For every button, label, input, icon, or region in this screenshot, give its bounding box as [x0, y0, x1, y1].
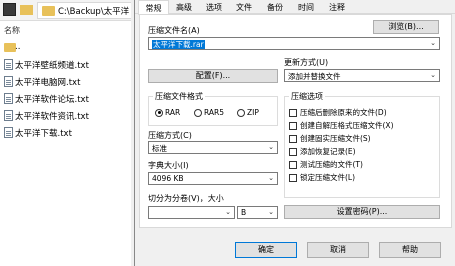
address-folder-icon	[42, 6, 55, 16]
method-value: 标准	[152, 144, 167, 153]
file-name: ..	[15, 42, 21, 52]
list-item[interactable]: 太平洋软件资讯.txt	[0, 107, 135, 124]
text-file-icon	[4, 93, 13, 104]
archive-name-value: 太平洋下载.rar	[152, 40, 205, 49]
file-name: 太平洋下载.txt	[15, 129, 72, 139]
browse-button[interactable]: 浏览(B)...	[373, 20, 439, 34]
checkbox-label: 创建自解压格式压缩文件(X)	[300, 121, 394, 130]
format-zip-radio[interactable]: ZIP	[237, 108, 259, 117]
save-icon[interactable]	[3, 3, 16, 16]
method-select[interactable]: 标准 ⌄	[148, 141, 278, 154]
file-name: 太平洋壁纸频道.txt	[15, 61, 89, 71]
dictionary-size-select[interactable]: 4096 KB ⌄	[148, 172, 278, 185]
test-archive-checkbox[interactable]: 测试压缩的文件(T)	[289, 159, 363, 170]
sfx-checkbox[interactable]: 创建自解压格式压缩文件(X)	[289, 120, 394, 131]
archive-format-group: 压缩文件格式 RAR RAR5 ZIP	[148, 91, 278, 126]
tab-comment[interactable]: 注释	[322, 0, 352, 14]
radio-label: RAR5	[204, 108, 225, 117]
archive-name-field[interactable]: 太平洋下载.rar ⌄	[148, 37, 440, 50]
update-mode-value: 添加并替换文件	[288, 72, 341, 81]
tab-advanced[interactable]: 高级	[170, 0, 198, 14]
checkbox-label: 创建固实压缩文件(S)	[300, 134, 371, 143]
text-file-icon	[4, 110, 13, 121]
split-size-input[interactable]: ⌄	[148, 206, 235, 219]
chevron-down-icon: ⌄	[225, 208, 231, 216]
list-item[interactable]: 太平洋电脑网.txt	[0, 73, 135, 90]
checkbox-box	[289, 160, 297, 169]
address-bar[interactable]: C:\Backup\太平洋	[37, 2, 140, 19]
text-file-icon	[4, 127, 13, 138]
tab-options[interactable]: 选项	[200, 0, 228, 14]
checkbox-box	[289, 121, 297, 130]
file-name: 太平洋电脑网.txt	[15, 78, 81, 88]
dictionary-size-label: 字典大小(I)	[148, 161, 189, 170]
format-rar5-radio[interactable]: RAR5	[194, 108, 224, 117]
chevron-down-icon[interactable]: ⌄	[430, 39, 436, 47]
set-password-button[interactable]: 设置密码(P)...	[284, 205, 440, 219]
text-file-icon	[4, 59, 13, 70]
address-path: C:\Backup\太平洋	[58, 7, 130, 17]
split-unit-select[interactable]: B ⌄	[237, 206, 278, 219]
profiles-button[interactable]: 配置(F)...	[148, 69, 278, 83]
tab-general[interactable]: 常规	[138, 0, 169, 15]
chevron-down-icon: ⌄	[268, 174, 274, 182]
name-column-header[interactable]: 名称	[0, 22, 130, 38]
archive-name-label: 压缩文件名(A)	[148, 26, 200, 35]
general-tab-panel: 压缩文件名(A) 浏览(B)... 太平洋下载.rar ⌄ 配置(F)... 更…	[139, 14, 452, 228]
checkbox-label: 添加恢复记录(E)	[300, 147, 356, 156]
checkbox-box	[289, 108, 297, 117]
file-list: .. 太平洋壁纸频道.txt 太平洋电脑网.txt 太平洋软件论坛.txt 太平…	[0, 39, 135, 141]
dictionary-size-value: 4096 KB	[152, 174, 184, 183]
file-name: 太平洋软件资讯.txt	[15, 112, 89, 122]
method-label: 压缩方式(C)	[148, 131, 192, 140]
checkbox-label: 锁定压缩文件(L)	[300, 173, 356, 182]
format-rar-radio[interactable]: RAR	[155, 108, 180, 117]
update-mode-label: 更新方式(U)	[284, 58, 329, 67]
help-button[interactable]: 帮助	[379, 242, 441, 258]
ok-button[interactable]: 确定	[235, 242, 297, 258]
explorer-toolbar: C:\Backup\太平洋	[0, 0, 140, 21]
list-item[interactable]: 太平洋软件论坛.txt	[0, 90, 135, 107]
file-name: 太平洋软件论坛.txt	[15, 95, 89, 105]
split-volumes-label: 切分为分卷(V)，大小	[148, 194, 224, 203]
delete-after-checkbox[interactable]: 压缩后删除原来的文件(D)	[289, 107, 387, 118]
update-mode-select[interactable]: 添加并替换文件 ⌄	[284, 69, 440, 82]
archive-options-group: 压缩选项 压缩后删除原来的文件(D) 创建自解压格式压缩文件(X) 创建固实压缩…	[284, 91, 440, 198]
recovery-record-checkbox[interactable]: 添加恢复记录(E)	[289, 146, 356, 157]
checkbox-label: 测试压缩的文件(T)	[300, 160, 363, 169]
checkbox-box	[289, 134, 297, 143]
tab-time[interactable]: 时间	[292, 0, 320, 14]
radio-label: ZIP	[247, 108, 259, 117]
list-item[interactable]: 太平洋壁纸频道.txt	[0, 56, 135, 73]
radio-dot	[155, 108, 163, 117]
chevron-down-icon: ⌄	[430, 71, 436, 79]
solid-archive-checkbox[interactable]: 创建固实压缩文件(S)	[289, 133, 371, 144]
chevron-down-icon: ⌄	[268, 208, 274, 216]
checkbox-box	[289, 173, 297, 182]
archive-settings-dialog: 常规 高级 选项 文件 备份 时间 注释 压缩文件名(A) 浏览(B)... 太…	[134, 0, 455, 266]
column-header-label: 名称	[4, 26, 20, 35]
checkbox-label: 压缩后删除原来的文件(D)	[300, 108, 387, 117]
folder-icon[interactable]	[20, 5, 33, 15]
format-group-title: 压缩文件格式	[153, 91, 205, 102]
radio-dot	[237, 108, 245, 117]
lock-archive-checkbox[interactable]: 锁定压缩文件(L)	[289, 172, 355, 183]
tab-files[interactable]: 文件	[230, 0, 258, 14]
tab-backup[interactable]: 备份	[260, 0, 290, 14]
options-group-title: 压缩选项	[289, 91, 325, 102]
list-item-parent[interactable]: ..	[0, 39, 135, 56]
dialog-tabs: 常规 高级 选项 文件 备份 时间 注释	[135, 0, 455, 15]
cancel-button[interactable]: 取消	[307, 242, 369, 258]
split-unit-value: B	[241, 208, 247, 217]
radio-label: RAR	[165, 108, 181, 117]
text-file-icon	[4, 76, 13, 87]
checkbox-box	[289, 147, 297, 156]
list-item[interactable]: 太平洋下载.txt	[0, 124, 135, 141]
chevron-down-icon: ⌄	[268, 143, 274, 151]
radio-dot	[194, 108, 202, 117]
